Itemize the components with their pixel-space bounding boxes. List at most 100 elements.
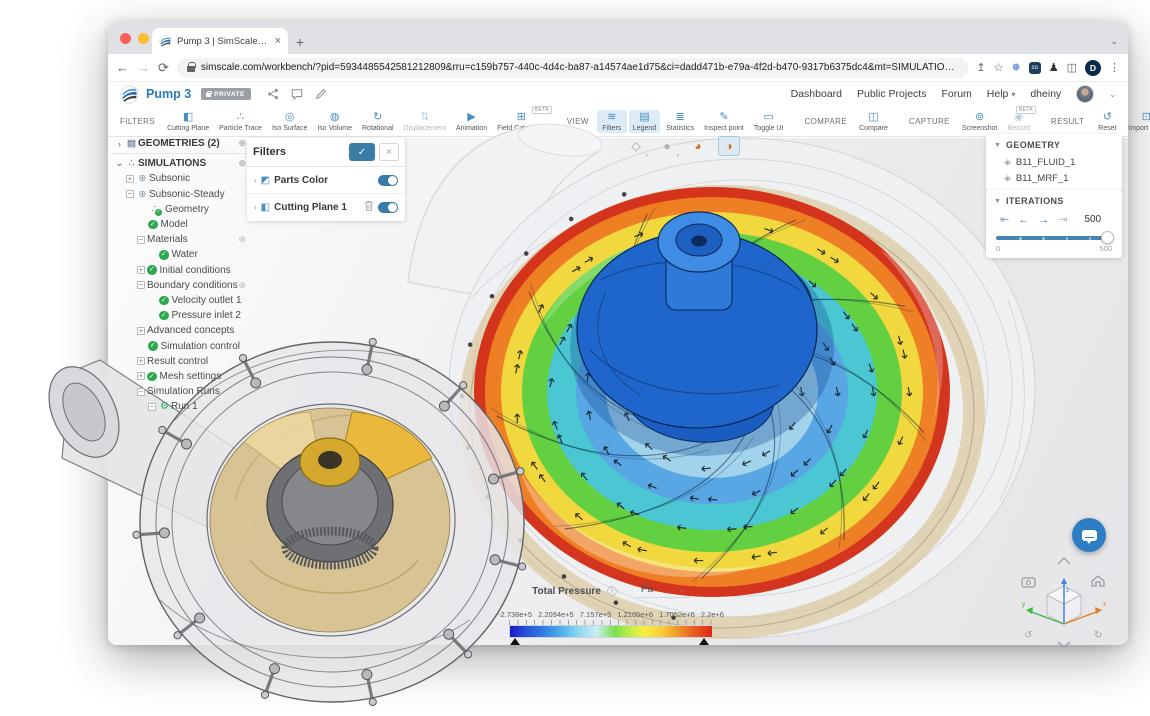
- toolbar-item-screenshot[interactable]: ⊚Screenshot: [958, 110, 1001, 133]
- close-filters-button[interactable]: ×: [379, 143, 399, 161]
- edit-title-icon[interactable]: [315, 88, 327, 100]
- project-title[interactable]: Pump 3: [146, 87, 191, 101]
- colorbar-max-handle[interactable]: [699, 638, 709, 645]
- colorbar[interactable]: [509, 625, 713, 638]
- colorbar-min-handle[interactable]: [510, 638, 520, 645]
- toolbar-item-particle-trace[interactable]: ∴Particle Trace: [215, 110, 266, 133]
- tree-item-subsonic-steady[interactable]: −⊕Subsonic-Steady: [110, 187, 248, 202]
- tree-item-pressure-inlet-2[interactable]: ✓Pressure inlet 2: [110, 308, 248, 323]
- collapse-icon[interactable]: −: [137, 281, 145, 289]
- nav-help[interactable]: Help ▾: [987, 88, 1016, 100]
- tree-item-materials[interactable]: −Materials⊕: [110, 232, 248, 247]
- expand-icon[interactable]: +: [137, 327, 145, 335]
- side-panel-icon[interactable]: ◫: [1067, 61, 1077, 74]
- orientation-widget[interactable]: z y x ↺ ↻: [1016, 556, 1112, 648]
- bookmark-star-icon[interactable]: ☆: [994, 61, 1004, 74]
- username[interactable]: dheiny: [1030, 88, 1061, 100]
- new-tab-button[interactable]: +: [296, 34, 304, 50]
- geometry-item[interactable]: ◈B11_MRF_1: [986, 170, 1122, 186]
- extension-snowflake-icon[interactable]: ❅: [1012, 61, 1021, 74]
- toolbar-item-reset[interactable]: ↺Reset: [1092, 110, 1122, 133]
- rotate-cw-icon[interactable]: ↻: [1094, 630, 1102, 641]
- collapse-icon[interactable]: −: [148, 403, 156, 411]
- simscale-logo[interactable]: [120, 85, 139, 104]
- nav-dashboard[interactable]: Dashboard: [791, 88, 842, 100]
- tree-item-initial-conditions[interactable]: +✓Initial conditions: [110, 263, 248, 278]
- tree-item-velocity-outlet-1[interactable]: ✓Velocity outlet 1: [110, 293, 248, 308]
- apply-filters-button[interactable]: ✓: [349, 143, 375, 161]
- add-icon[interactable]: ⊕: [238, 138, 246, 149]
- toolbar-item-inspect-point[interactable]: ✎Inspect point: [700, 110, 748, 133]
- tree-item-water[interactable]: ✓Water: [110, 247, 248, 262]
- support-chat-button[interactable]: [1072, 518, 1106, 552]
- user-avatar[interactable]: [1076, 85, 1094, 103]
- rotate-up-icon[interactable]: [1058, 558, 1070, 564]
- slider-handle[interactable]: [1101, 231, 1114, 244]
- unit-dropdown[interactable]: Pa ⌄: [637, 584, 690, 598]
- iteration-slider[interactable]: [996, 230, 1112, 244]
- toolbar-item-legend[interactable]: ▤Legend: [629, 110, 660, 133]
- tree-item-model[interactable]: ✓Model: [110, 217, 248, 232]
- tab-search-icon[interactable]: ⌄: [1110, 36, 1118, 47]
- add-icon[interactable]: ⊕: [238, 234, 246, 245]
- nav-public-projects[interactable]: Public Projects: [857, 88, 926, 100]
- toolbar-item-animation[interactable]: ▶Animation: [452, 110, 491, 133]
- toolbar-item-toggle-ui[interactable]: ▭Toggle UI: [750, 110, 788, 133]
- home-view-icon[interactable]: [1092, 576, 1104, 586]
- tab-close-icon[interactable]: ×: [275, 35, 281, 47]
- collapse-geometry-icon[interactable]: ▼: [994, 142, 1001, 149]
- reload-icon[interactable]: ⟳: [158, 60, 169, 76]
- info-icon[interactable]: i: [607, 586, 617, 596]
- camera-icon[interactable]: [1022, 578, 1035, 587]
- trash-icon[interactable]: [364, 199, 374, 217]
- expand-icon[interactable]: +: [137, 357, 145, 365]
- chevron-down-icon[interactable]: ⌄: [114, 158, 125, 169]
- mode-wireframe-button[interactable]: ◇▾: [625, 136, 647, 156]
- tree-item-boundary-conditions[interactable]: −Boundary conditions⊕: [110, 278, 248, 293]
- collapse-icon[interactable]: −: [137, 236, 145, 244]
- collapse-iterations-icon[interactable]: ▼: [994, 198, 1001, 205]
- tree-item-simulation-control[interactable]: ✓Simulation control: [110, 338, 248, 353]
- share-page-icon[interactable]: ↥: [976, 61, 985, 74]
- browser-menu-icon[interactable]: ⋮: [1109, 61, 1120, 74]
- address-bar[interactable]: simscale.com/workbench/?pid=593448554258…: [177, 58, 969, 78]
- iteration-value[interactable]: 500: [1084, 214, 1101, 225]
- toolbar-item-record[interactable]: ◉RecordBETA: [1003, 110, 1034, 133]
- chevron-right-icon[interactable]: ›: [254, 203, 257, 212]
- filter-row-parts-color[interactable]: ›◩Parts Color: [247, 167, 405, 194]
- extension-puppet-icon[interactable]: ♟: [1049, 61, 1059, 74]
- add-icon[interactable]: ⊕: [238, 280, 246, 291]
- tree-item-mesh-settings[interactable]: +✓Mesh settings: [110, 369, 248, 384]
- toolbar-item-field-calculator[interactable]: ⊞Field CalculatorBETA: [493, 110, 550, 133]
- tree-item-advanced-concepts[interactable]: +Advanced concepts: [110, 323, 248, 338]
- tree-item-geometry[interactable]: ∴✓Geometry: [110, 202, 248, 217]
- first-iteration-icon[interactable]: ⇤: [1000, 213, 1009, 226]
- tree-item-result-control[interactable]: +Result control: [110, 354, 248, 369]
- toolbar-item-statistics[interactable]: ≣Statistics: [662, 110, 698, 133]
- slider-track[interactable]: [996, 236, 1112, 240]
- add-icon[interactable]: ⊕: [238, 158, 246, 169]
- toolbar-item-compare[interactable]: ◫Compare: [855, 110, 892, 133]
- toolbar-item-displacement[interactable]: ⇅Displacement: [400, 110, 450, 133]
- legend-field-name[interactable]: Total Pressure: [532, 586, 601, 597]
- tree-item-geometries-2-[interactable]: ›▤GEOMETRIES (2)⊕: [110, 136, 248, 151]
- back-icon[interactable]: ←: [116, 60, 129, 75]
- chevron-right-icon[interactable]: ›: [254, 176, 257, 185]
- toolbar-item-import-view[interactable]: ⊡Import view: [1124, 110, 1150, 133]
- tree-item-subsonic[interactable]: +⊕Subsonic: [110, 171, 248, 186]
- tree-item-simulation-runs[interactable]: −Simulation Runs: [110, 384, 248, 399]
- mode-surface-edges-button[interactable]: ◕: [687, 136, 709, 156]
- geometry-item[interactable]: ◈B11_FLUID_1: [986, 154, 1122, 170]
- expand-icon[interactable]: +: [137, 372, 145, 380]
- toolbar-item-iso-surface[interactable]: ◎Iso Surface: [268, 110, 311, 133]
- collapse-icon[interactable]: −: [126, 190, 134, 198]
- extension-navy-icon[interactable]: co: [1029, 62, 1041, 74]
- toolbar-item-iso-volume[interactable]: ◍Iso Volume: [313, 110, 356, 133]
- close-window-button[interactable]: [120, 33, 131, 44]
- visibility-toggle[interactable]: [378, 202, 398, 213]
- expand-icon[interactable]: +: [126, 175, 134, 183]
- account-chevron-icon[interactable]: ⌄: [1109, 90, 1116, 99]
- last-iteration-icon[interactable]: ⇥: [1058, 213, 1067, 226]
- filter-row-cutting-plane[interactable]: ›◧Cutting Plane 1: [247, 194, 405, 221]
- collapse-icon[interactable]: −: [137, 388, 145, 396]
